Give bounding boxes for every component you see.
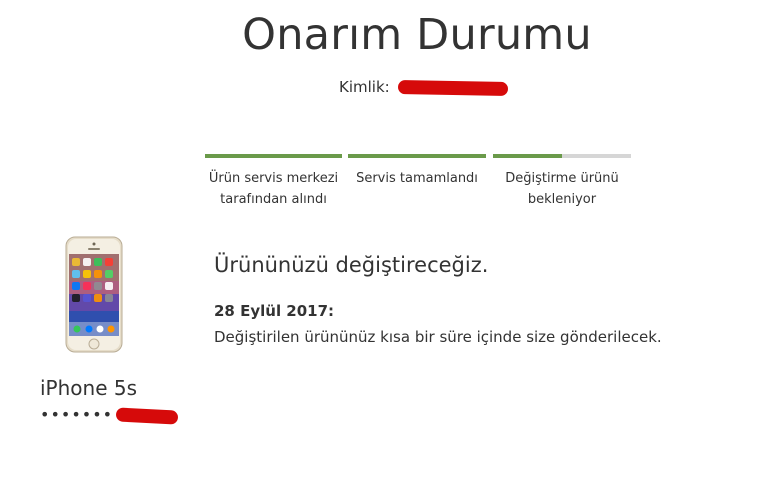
progress-step-label: Değiştirme ürünü bekleniyor <box>505 171 619 207</box>
progress-step-label: Ürün servis merkezi tarafından alındı <box>208 171 339 207</box>
serial-number-row: ••••••• <box>40 405 179 425</box>
progress-track <box>348 154 486 158</box>
status-date: 28 Eylül 2017: <box>214 302 335 320</box>
repair-status-page: Onarım Durumu Kimlik: Ürün servis merkez… <box>0 0 762 485</box>
progress-step-awaiting-replacement: Değiştirme ürünü bekleniyor <box>493 154 631 210</box>
progress-step-received: Ürün servis merkezi tarafından alındı <box>205 154 342 210</box>
progress-track <box>493 154 631 158</box>
status-heading: Ürününüzü değiştireceğiz. <box>214 253 489 277</box>
case-id-redaction <box>398 79 509 96</box>
progress-fill <box>348 154 486 158</box>
progress-fill <box>205 154 342 158</box>
iphone-icon <box>65 236 123 353</box>
progress-fill <box>493 154 562 158</box>
progress-step-service-complete: Servis tamamlandı <box>348 154 486 189</box>
progress-track <box>205 154 342 158</box>
serial-number-masked: ••••••• <box>40 405 114 424</box>
case-id-row: Kimlik: <box>339 78 509 96</box>
progress-step-label: Servis tamamlandı <box>356 171 478 186</box>
serial-number-redaction <box>115 406 179 425</box>
page-title: Onarım Durumu <box>242 10 592 60</box>
status-message: Değiştirilen ürününüz kısa bir süre için… <box>214 328 662 346</box>
device-name: iPhone 5s <box>40 376 138 400</box>
case-id-label: Kimlik: <box>339 78 390 96</box>
